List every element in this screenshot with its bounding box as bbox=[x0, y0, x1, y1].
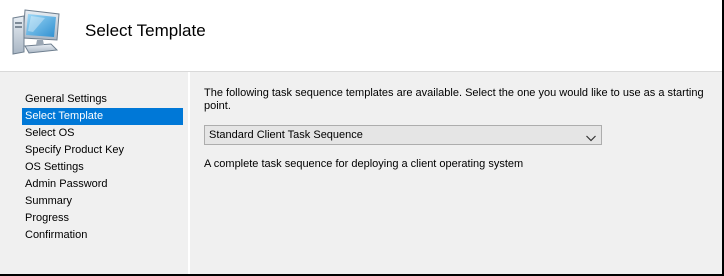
template-select-value: Standard Client Task Sequence bbox=[209, 129, 363, 141]
sidebar-item-summary[interactable]: Summary bbox=[22, 193, 183, 210]
wizard-header: Select Template bbox=[0, 0, 722, 72]
sidebar-item-admin-password[interactable]: Admin Password bbox=[22, 176, 183, 193]
sidebar-item-confirmation[interactable]: Confirmation bbox=[22, 227, 183, 244]
page-title: Select Template bbox=[85, 21, 206, 40]
computer-icon bbox=[11, 8, 63, 56]
wizard-window: Select Template General Settings Select … bbox=[0, 0, 724, 276]
template-select[interactable]: Standard Client Task Sequence bbox=[204, 125, 602, 145]
sidebar-item-os-settings[interactable]: OS Settings bbox=[22, 159, 183, 176]
main-panel: The following task sequence templates ar… bbox=[190, 72, 722, 274]
intro-text: The following task sequence templates ar… bbox=[204, 87, 704, 112]
wizard-steps-sidebar: General Settings Select Template Select … bbox=[0, 72, 188, 274]
sidebar-item-select-os[interactable]: Select OS bbox=[22, 125, 183, 142]
sidebar-item-progress[interactable]: Progress bbox=[22, 210, 183, 227]
wizard-steps-list: General Settings Select Template Select … bbox=[22, 91, 183, 244]
chevron-down-icon bbox=[585, 130, 597, 142]
template-description: A complete task sequence for deploying a… bbox=[204, 158, 524, 170]
sidebar-item-general-settings[interactable]: General Settings bbox=[22, 91, 183, 108]
sidebar-item-specify-product-key[interactable]: Specify Product Key bbox=[22, 142, 183, 159]
sidebar-item-select-template[interactable]: Select Template bbox=[22, 108, 183, 125]
